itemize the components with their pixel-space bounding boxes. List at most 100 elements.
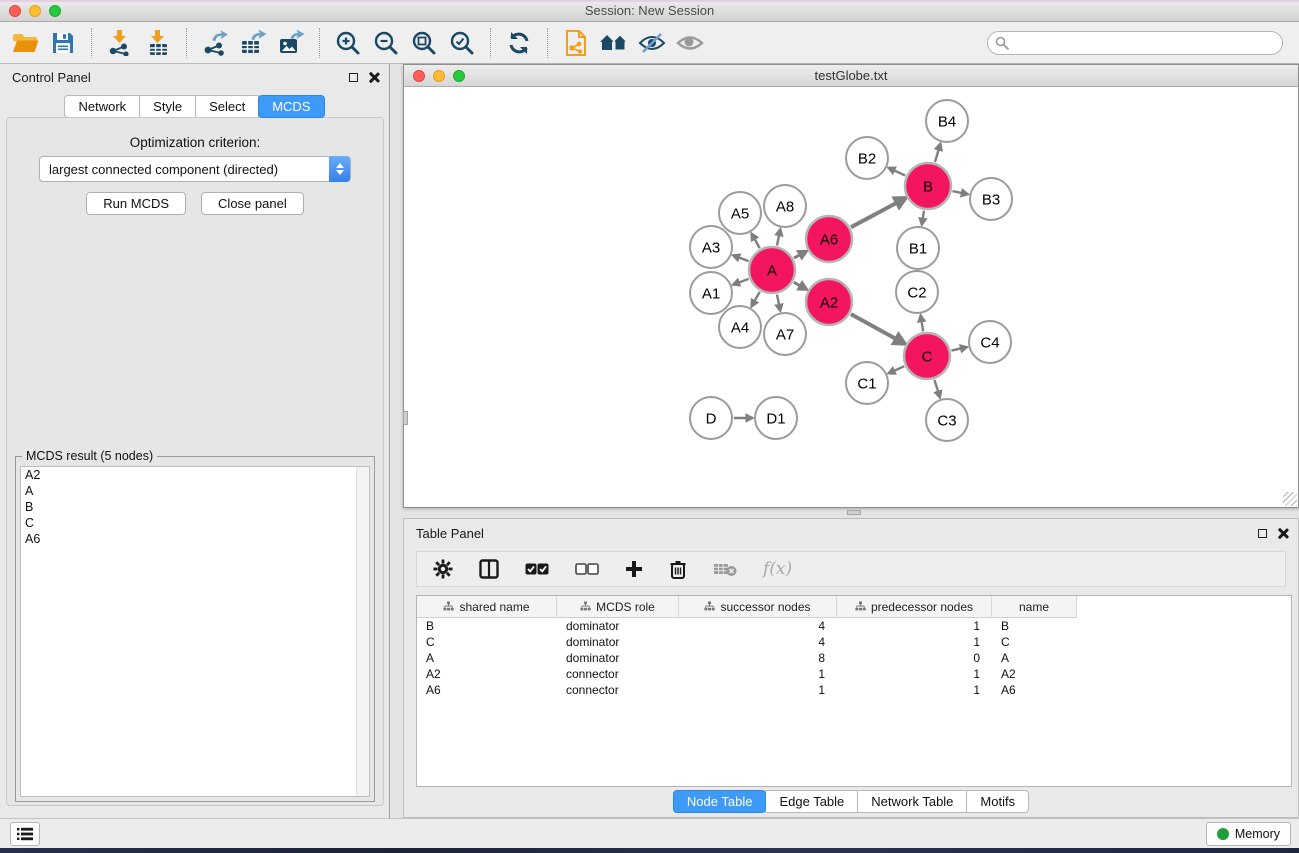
table-cell[interactable]: B — [992, 618, 1077, 634]
column-header[interactable]: MCDS role — [557, 596, 679, 618]
graph-edge-A-A6[interactable] — [794, 251, 806, 258]
graph-edge-A-A2[interactable] — [794, 282, 807, 289]
graph-edge-B-B2[interactable] — [889, 168, 905, 176]
memory-button[interactable]: Memory — [1206, 822, 1291, 846]
search-input[interactable] — [987, 31, 1283, 55]
export-network-icon[interactable] — [196, 25, 234, 61]
graph-edge-C-C3[interactable] — [934, 380, 939, 397]
mcds-result-item[interactable]: A — [21, 483, 369, 499]
import-table-icon[interactable] — [139, 25, 177, 61]
column-header[interactable]: successor nodes — [679, 596, 837, 618]
table-row[interactable]: Cdominator41C — [417, 634, 1291, 650]
table-cell[interactable]: 0 — [837, 650, 992, 666]
table-cell[interactable]: 1 — [679, 666, 837, 682]
zoom-selected-icon[interactable] — [443, 25, 481, 61]
graph-edge-B-B4[interactable] — [935, 144, 940, 162]
graph-edge-A-A3[interactable] — [733, 255, 748, 261]
window-left-handle[interactable] — [403, 411, 408, 425]
graph-edge-B-B3[interactable] — [952, 191, 967, 194]
graph-edge-A2-C[interactable] — [851, 314, 904, 343]
table-cell[interactable]: dominator — [557, 634, 679, 650]
tab-network-table[interactable]: Network Table — [857, 790, 967, 813]
close-panel-button[interactable]: Close panel — [201, 192, 304, 215]
table-row[interactable]: Adominator80A — [417, 650, 1291, 666]
graph-edge-C-C4[interactable] — [951, 347, 966, 350]
table-cell[interactable]: A — [992, 650, 1077, 666]
tab-node-table[interactable]: Node Table — [673, 790, 767, 813]
tab-network[interactable]: Network — [64, 95, 140, 118]
network-window-titlebar[interactable]: testGlobe.txt — [404, 65, 1298, 87]
add-column-icon[interactable] — [625, 560, 643, 578]
table-cell[interactable]: A2 — [417, 666, 557, 682]
table-cell[interactable]: 4 — [679, 634, 837, 650]
zoom-out-icon[interactable] — [367, 25, 405, 61]
table-cell[interactable]: 1 — [837, 682, 992, 698]
table-cell[interactable]: connector — [557, 682, 679, 698]
scrollbar-track[interactable] — [356, 467, 369, 796]
table-cell[interactable]: 1 — [837, 666, 992, 682]
zoom-fit-icon[interactable] — [405, 25, 443, 61]
graph-edge-C-C2[interactable] — [921, 316, 923, 332]
table-cell[interactable]: C — [992, 634, 1077, 650]
graph-edge-A6-B[interactable] — [851, 198, 905, 227]
tab-edge-table[interactable]: Edge Table — [765, 790, 858, 813]
gear-icon[interactable] — [433, 559, 453, 579]
zoom-in-icon[interactable] — [329, 25, 367, 61]
criterion-select[interactable]: largest connected component (directed) — [39, 156, 351, 182]
column-header[interactable]: name — [992, 596, 1077, 618]
show-panels-button[interactable] — [10, 822, 40, 846]
table-cell[interactable]: dominator — [557, 650, 679, 666]
network-canvas[interactable]: B4B2BB3A5A8A6B1A3AA1C2A2A4A7C4CC1DD1C3 — [404, 87, 1298, 507]
select-all-checkboxes-icon[interactable] — [525, 563, 549, 575]
mcds-result-item[interactable]: A6 — [21, 531, 369, 547]
table-cell[interactable]: dominator — [557, 618, 679, 634]
graph-edge-B-B1[interactable] — [922, 211, 924, 225]
table-cell[interactable]: 4 — [679, 618, 837, 634]
table-row[interactable]: Bdominator41B — [417, 618, 1291, 634]
table-cell[interactable]: A6 — [992, 682, 1077, 698]
close-panel-icon[interactable] — [368, 72, 379, 83]
network-from-file-icon[interactable] — [557, 25, 595, 61]
run-mcds-button[interactable]: Run MCDS — [86, 192, 186, 215]
table-cell[interactable]: A6 — [417, 682, 557, 698]
show-eye-icon[interactable] — [671, 25, 709, 61]
import-network-icon[interactable] — [101, 25, 139, 61]
tab-mcds[interactable]: MCDS — [258, 95, 324, 118]
tab-style[interactable]: Style — [139, 95, 196, 118]
table-row[interactable]: A6connector11A6 — [417, 682, 1291, 698]
graph-edge-C-C1[interactable] — [889, 366, 904, 373]
float-panel-icon[interactable] — [349, 73, 358, 82]
table-cell[interactable]: 8 — [679, 650, 837, 666]
open-folder-icon[interactable] — [6, 25, 44, 61]
node-table[interactable]: shared nameMCDS rolesuccessor nodesprede… — [416, 595, 1292, 787]
refresh-icon[interactable] — [500, 25, 538, 61]
table-row[interactable]: A2connector11A2 — [417, 666, 1291, 682]
window-resize-grip[interactable] — [1283, 492, 1297, 506]
float-table-panel-icon[interactable] — [1258, 529, 1267, 538]
tab-motifs[interactable]: Motifs — [966, 790, 1029, 813]
window-bottom-handle[interactable] — [847, 510, 861, 515]
table-cell[interactable]: connector — [557, 666, 679, 682]
mcds-result-item[interactable]: C — [21, 515, 369, 531]
split-columns-icon[interactable] — [479, 559, 499, 579]
table-cell[interactable]: A2 — [992, 666, 1077, 682]
table-cell[interactable]: 1 — [679, 682, 837, 698]
home-layout-icon[interactable] — [595, 25, 633, 61]
save-session-icon[interactable] — [44, 25, 82, 61]
graph-edge-A-A7[interactable] — [777, 294, 780, 310]
column-header[interactable]: shared name — [417, 596, 557, 618]
export-table-icon[interactable] — [234, 25, 272, 61]
hide-selected-eye-icon[interactable] — [633, 25, 671, 61]
column-header[interactable]: predecessor nodes — [837, 596, 992, 618]
graph-edge-A-A5[interactable] — [752, 234, 760, 248]
delete-column-icon[interactable] — [669, 559, 687, 579]
export-image-icon[interactable] — [272, 25, 310, 61]
table-cell[interactable]: B — [417, 618, 557, 634]
mcds-result-item[interactable]: B — [21, 499, 369, 515]
table-cell[interactable]: A — [417, 650, 557, 666]
graph-edge-A-A8[interactable] — [777, 230, 780, 246]
mcds-result-item[interactable]: A2 — [21, 467, 369, 483]
network-graph[interactable]: B4B2BB3A5A8A6B1A3AA1C2A2A4A7C4CC1DD1C3 — [404, 87, 1298, 507]
graph-edge-A-A1[interactable] — [733, 279, 748, 285]
graph-edge-A-A4[interactable] — [752, 292, 760, 306]
